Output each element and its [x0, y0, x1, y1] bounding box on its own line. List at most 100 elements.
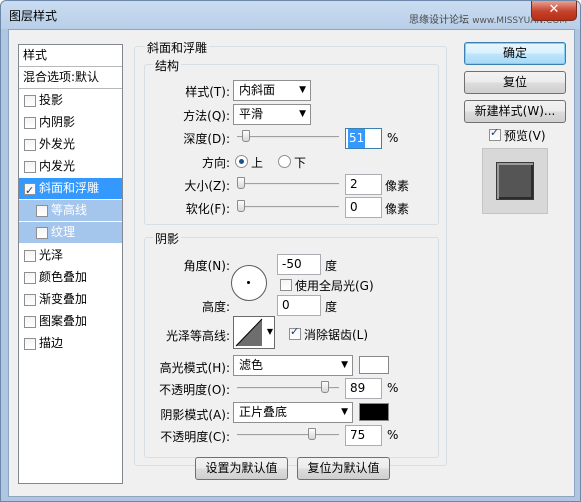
layer-style-dialog: 图层样式 思缘设计论坛 www.MISSYUAN.COM ✕ 样式 混合选项:默… — [0, 0, 581, 502]
dropdown-arrow-icon: ▼ — [341, 360, 348, 370]
shadow-opacity-slider[interactable] — [237, 428, 339, 440]
technique-label: 方法(Q): — [183, 109, 230, 123]
sidebar-item-inner-glow[interactable]: 内发光 — [19, 156, 122, 177]
anti-aliased-label: 消除锯齿(L) — [304, 328, 369, 342]
shadow-color-swatch[interactable] — [359, 403, 389, 421]
dropdown-arrow-icon: ▼ — [341, 407, 348, 417]
angle-label: 角度(N): — [183, 259, 230, 273]
angle-dial[interactable] — [231, 265, 267, 301]
checkbox[interactable] — [24, 272, 36, 284]
structure-title: 结构 — [153, 57, 182, 74]
checkbox[interactable] — [24, 338, 36, 350]
shadow-opacity-input[interactable]: 75 — [345, 425, 382, 446]
angle-input[interactable]: -50 — [277, 254, 321, 275]
preview-thumbnail — [482, 148, 548, 214]
global-light-checkbox[interactable] — [280, 279, 292, 291]
sidebar-item-inner-shadow[interactable]: 内阴影 — [19, 112, 122, 133]
window-title: 图层样式 — [9, 9, 58, 23]
contour-preview-icon — [235, 318, 263, 347]
preview-checkbox[interactable] — [489, 126, 501, 141]
depth-input[interactable]: 51 — [345, 128, 382, 149]
style-select[interactable]: 内斜面 ▼ — [233, 80, 311, 101]
checkbox[interactable] — [24, 161, 36, 173]
reset-default-button[interactable]: 复位为默认值 — [297, 457, 390, 480]
direction-down-radio[interactable] — [278, 155, 291, 168]
sidebar-item-bevel-emboss[interactable]: 斜面和浮雕 — [19, 178, 122, 201]
reset-button[interactable]: 复位 — [464, 71, 566, 94]
soften-label: 软化(F): — [185, 202, 230, 216]
close-button[interactable]: ✕ — [531, 1, 577, 21]
checkbox[interactable] — [36, 205, 48, 217]
soften-unit: 像素 — [385, 202, 410, 216]
soften-input[interactable]: 0 — [345, 197, 382, 218]
slider-thumb[interactable] — [308, 428, 316, 440]
highlight-opacity-input[interactable]: 89 — [345, 378, 382, 399]
style-label: 样式(T): — [185, 85, 230, 99]
highlight-mode-label: 高光模式(H): — [159, 361, 230, 375]
size-label: 大小(Z): — [184, 179, 230, 193]
size-slider[interactable] — [237, 177, 339, 189]
gloss-contour-label: 光泽等高线: — [165, 329, 230, 343]
depth-label: 深度(D): — [183, 132, 230, 146]
styles-list: 样式 混合选项:默认 投影 内阴影 外发光 内发光 斜面和浮雕 等高线 纹理 光… — [18, 44, 123, 484]
altitude-input[interactable]: 0 — [277, 295, 321, 316]
slider-thumb[interactable] — [321, 381, 329, 393]
sidebar-item-gradient-overlay[interactable]: 渐变叠加 — [19, 289, 122, 310]
new-style-button[interactable]: 新建样式(W)... — [464, 100, 566, 123]
gloss-contour-picker[interactable]: ▼ — [233, 316, 275, 349]
structure-group: 结构 样式(T): 内斜面 ▼ 方法(Q): 平滑 ▼ 深度(D): 51 % 方向… — [144, 57, 439, 225]
make-default-button[interactable]: 设置为默认值 — [195, 457, 288, 480]
shadow-mode-select[interactable]: 正片叠底 ▼ — [233, 402, 353, 423]
highlight-opacity-slider[interactable] — [237, 381, 339, 393]
depth-slider[interactable] — [237, 130, 339, 142]
sidebar-item-outer-glow[interactable]: 外发光 — [19, 134, 122, 155]
blend-options-item[interactable]: 混合选项:默认 — [19, 67, 122, 89]
angle-unit: 度 — [325, 259, 338, 273]
highlight-color-swatch[interactable] — [359, 356, 389, 374]
checkbox[interactable] — [24, 294, 36, 306]
dropdown-arrow-icon[interactable]: ▼ — [267, 327, 273, 336]
shading-title: 阴影 — [153, 230, 182, 247]
soften-slider[interactable] — [237, 200, 339, 212]
shadow-mode-label: 阴影模式(A): — [160, 408, 230, 422]
size-input[interactable]: 2 — [345, 174, 382, 195]
dropdown-arrow-icon: ▼ — [299, 109, 306, 119]
checkbox[interactable] — [24, 250, 36, 262]
checkbox[interactable] — [24, 117, 36, 129]
altitude-unit: 度 — [325, 300, 338, 314]
title-bar[interactable]: 图层样式 思缘设计论坛 www.MISSYUAN.COM ✕ — [1, 1, 580, 29]
sidebar-item-stroke[interactable]: 描边 — [19, 333, 122, 354]
altitude-label: 高度: — [201, 300, 230, 314]
size-unit: 像素 — [385, 179, 410, 193]
preview-swatch — [496, 162, 534, 200]
ok-button[interactable]: 确定 — [464, 42, 566, 65]
checkbox[interactable] — [36, 227, 48, 239]
angle-dial-center — [247, 281, 250, 284]
global-light-label: 使用全局光(G) — [295, 279, 374, 293]
highlight-mode-select[interactable]: 滤色 ▼ — [233, 355, 353, 376]
checkbox[interactable] — [24, 180, 36, 201]
slider-thumb[interactable] — [237, 177, 245, 189]
direction-down-label: 下 — [294, 156, 307, 170]
bevel-emboss-title: 斜面和浮雕 — [145, 39, 210, 56]
shading-group: 阴影 角度(N): -50 度 使用全局光(G) 高度: 0 度 光泽等高线: — [144, 230, 439, 458]
technique-select[interactable]: 平滑 ▼ — [233, 104, 311, 125]
sidebar-item-color-overlay[interactable]: 颜色叠加 — [19, 267, 122, 288]
anti-aliased-checkbox[interactable] — [289, 325, 301, 340]
checkbox[interactable] — [24, 316, 36, 328]
preview-label: 预览(V) — [504, 129, 546, 143]
slider-thumb[interactable] — [237, 200, 245, 212]
slider-thumb[interactable] — [242, 130, 250, 142]
checkbox[interactable] — [24, 139, 36, 151]
direction-label: 方向: — [201, 156, 230, 170]
sidebar-item-contour[interactable]: 等高线 — [19, 200, 122, 221]
checkbox[interactable] — [24, 95, 36, 107]
sidebar-item-texture[interactable]: 纹理 — [19, 222, 122, 243]
close-icon: ✕ — [548, 2, 560, 17]
dropdown-arrow-icon: ▼ — [299, 85, 306, 95]
sidebar-item-drop-shadow[interactable]: 投影 — [19, 90, 122, 111]
styles-header[interactable]: 样式 — [19, 45, 122, 67]
sidebar-item-satin[interactable]: 光泽 — [19, 245, 122, 266]
direction-up-radio[interactable] — [235, 155, 248, 168]
sidebar-item-pattern-overlay[interactable]: 图案叠加 — [19, 311, 122, 332]
